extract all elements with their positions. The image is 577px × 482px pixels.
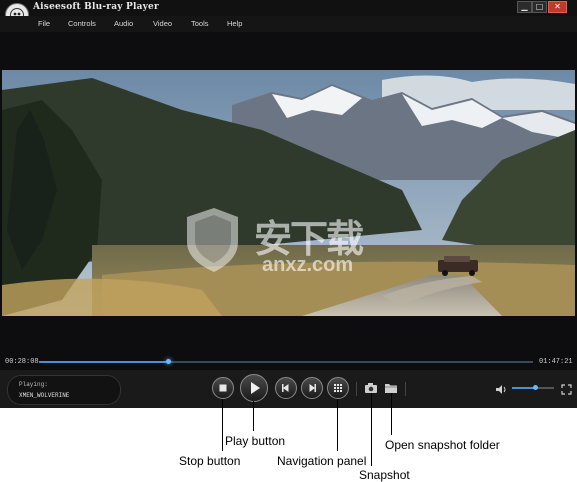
video-scene bbox=[2, 70, 575, 316]
navigation-grid-icon bbox=[334, 384, 342, 392]
volume-slider[interactable] bbox=[512, 385, 554, 390]
snapshot-button[interactable] bbox=[364, 381, 378, 393]
seek-progress bbox=[39, 361, 169, 363]
menu-tools[interactable]: Tools bbox=[191, 19, 209, 28]
play-button[interactable] bbox=[240, 374, 268, 402]
total-time: 01:47:21 bbox=[539, 358, 573, 366]
open-snapshot-folder-callout: Open snapshot folder bbox=[385, 438, 500, 452]
play-icon bbox=[251, 382, 260, 394]
maximize-button[interactable]: □ bbox=[532, 1, 547, 13]
previous-chapter-icon bbox=[282, 384, 289, 392]
stop-callout-line bbox=[222, 399, 223, 451]
watermark-subtext: anxz.com bbox=[262, 254, 354, 276]
fullscreen-button[interactable] bbox=[561, 382, 572, 395]
video-frame[interactable]: 安下载 anxz.com bbox=[2, 70, 575, 316]
close-button[interactable]: ✕ bbox=[548, 1, 567, 13]
minimize-button[interactable]: ▁ bbox=[517, 1, 532, 13]
volume-button[interactable] bbox=[495, 382, 508, 394]
menu-video[interactable]: Video bbox=[153, 19, 172, 28]
snapshot-callout-line bbox=[371, 393, 372, 466]
menu-controls[interactable]: Controls bbox=[68, 19, 96, 28]
stop-icon bbox=[219, 384, 227, 392]
seek-bar[interactable] bbox=[39, 359, 533, 364]
play-callout-line bbox=[253, 401, 254, 431]
play-button-callout: Play button bbox=[225, 434, 286, 448]
next-chapter-icon bbox=[309, 384, 316, 392]
title-bar: Aiseesoft Blu-ray Player ▁ □ ✕ bbox=[0, 0, 577, 16]
menu-help[interactable]: Help bbox=[227, 19, 242, 28]
stop-button-callout: Stop button bbox=[179, 454, 241, 468]
seek-handle[interactable] bbox=[166, 359, 172, 364]
control-separator bbox=[405, 382, 406, 396]
status-label: Playing: bbox=[19, 381, 48, 388]
open-snapshot-folder-button[interactable] bbox=[384, 381, 398, 393]
navigation-callout-line bbox=[337, 399, 338, 451]
app-title: Aiseesoft Blu-ray Player bbox=[33, 2, 159, 12]
fullscreen-icon bbox=[561, 384, 572, 395]
player-window: Aiseesoft Blu-ray Player ▁ □ ✕ File Cont… bbox=[0, 0, 577, 408]
playing-status-panel: Playing: XMEN_WOLVERINE bbox=[7, 375, 121, 405]
previous-chapter-button[interactable] bbox=[275, 377, 297, 399]
folder-callout-line bbox=[391, 393, 392, 435]
playing-file-name: XMEN_WOLVERINE bbox=[19, 392, 70, 399]
volume-level bbox=[512, 387, 536, 389]
navigation-panel-button[interactable] bbox=[327, 377, 349, 399]
menu-file[interactable]: File bbox=[38, 19, 50, 28]
navigation-panel-callout: Navigation panel bbox=[277, 454, 367, 468]
next-chapter-button[interactable] bbox=[301, 377, 323, 399]
menu-audio[interactable]: Audio bbox=[114, 19, 133, 28]
speaker-icon bbox=[496, 385, 506, 394]
menu-bar: File Controls Audio Video Tools Help bbox=[0, 16, 577, 32]
stop-button[interactable] bbox=[212, 377, 234, 399]
control-separator bbox=[356, 382, 357, 396]
elapsed-time: 00:28:08 bbox=[5, 358, 39, 366]
